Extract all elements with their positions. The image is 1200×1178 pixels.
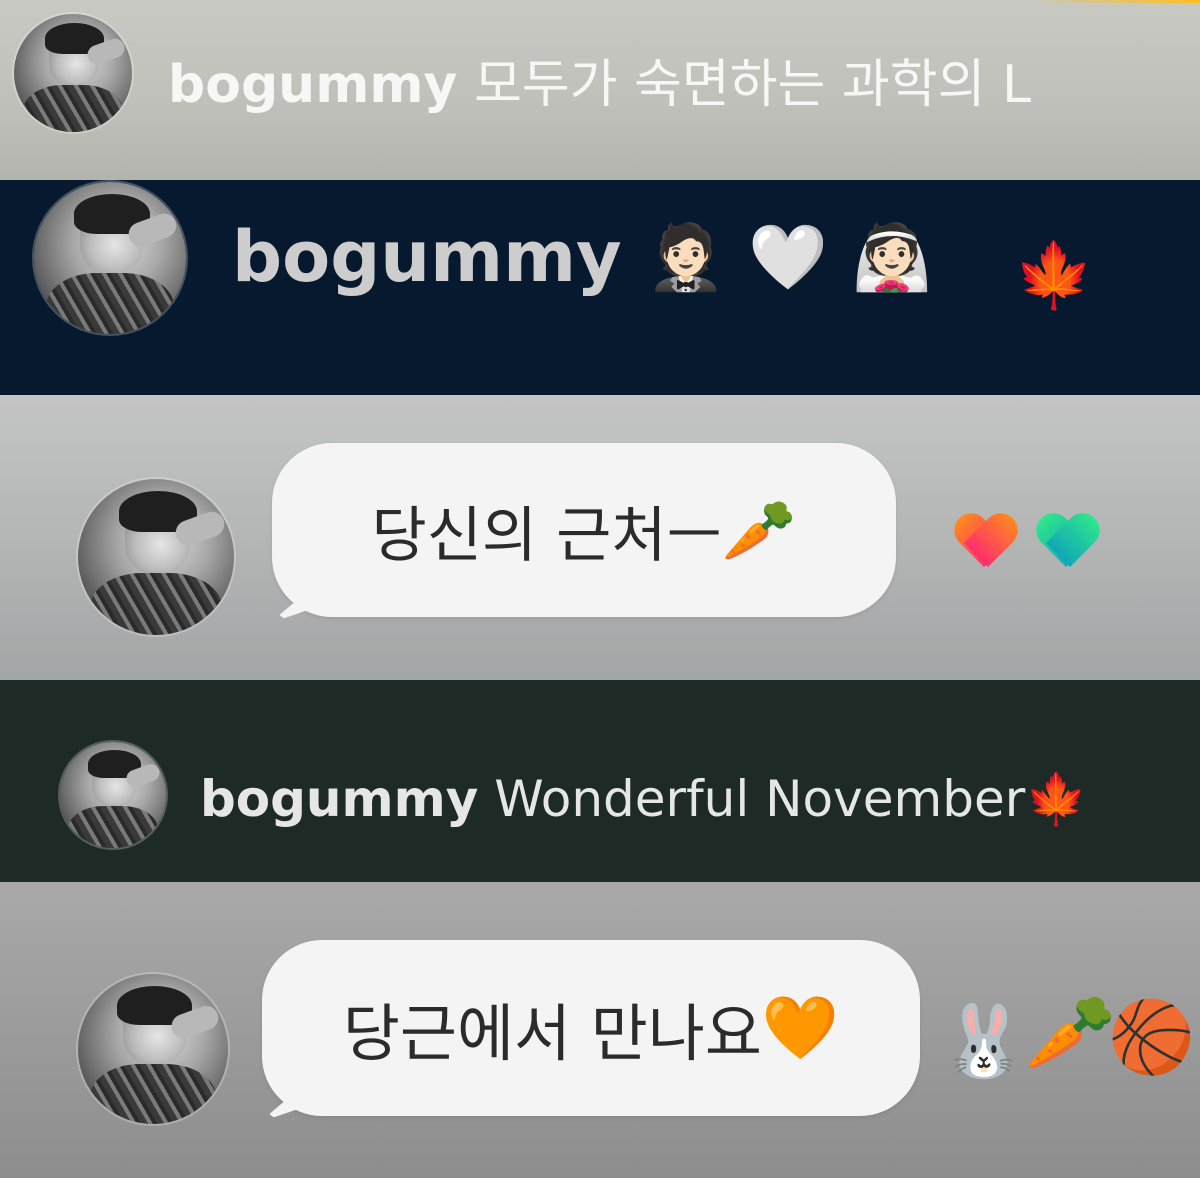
carrot-icon: 🥕 — [1024, 990, 1117, 1076]
caption-text: Wonderful November — [494, 770, 1026, 828]
green-heart-icon: 💚 — [1036, 515, 1096, 575]
maple-leaf-icon: 🍁 — [1014, 239, 1094, 313]
caption-line: bogummy 모두가 숙면하는 과학의 L — [168, 42, 1031, 117]
message-strip-2: 당근에서 만나요 🧡 🐰 🥕 🏀 — [0, 882, 1200, 1178]
message-strip-1: 당신의 근처ㅡ 🥕 🧡 💚 — [0, 395, 1200, 680]
avatar[interactable] — [78, 479, 234, 635]
caption-strip-2: bogummy 🤵🏻 🤍 👰🏻 🍁 — [0, 180, 1200, 395]
caption-text: 모두가 숙면하는 과학의 L — [473, 55, 1031, 115]
username[interactable]: bogummy — [232, 216, 622, 298]
caption-strip-1: bogummy 모두가 숙면하는 과학의 L — [0, 0, 1200, 180]
carrot-icon: 🥕 — [721, 495, 797, 566]
caption-line: bogummy Wonderful November🍁 — [200, 770, 1088, 829]
maple-leaf-icon: 🍁 — [1025, 770, 1088, 828]
orange-heart-icon: 🧡 — [761, 991, 840, 1064]
bride-icon: 👰🏻 — [852, 221, 932, 295]
message-text: 당근에서 만나요 — [342, 997, 762, 1070]
white-heart-icon: 🤍 — [748, 221, 828, 295]
orange-heart-icon: 🧡 — [954, 515, 1014, 575]
groom-icon: 🤵🏻 — [646, 221, 726, 295]
avatar[interactable] — [78, 974, 228, 1124]
avatar[interactable] — [14, 14, 132, 132]
username[interactable]: bogummy — [168, 55, 457, 115]
caption-line: bogummy — [232, 216, 622, 298]
caption-strip-3: bogummy Wonderful November🍁 — [0, 680, 1200, 882]
basketball-icon: 🏀 — [1108, 996, 1196, 1078]
rabbit-face-icon: 🐰 — [940, 1000, 1028, 1082]
corner-flare — [1030, 0, 1200, 3]
avatar[interactable] — [60, 742, 166, 848]
username[interactable]: bogummy — [200, 770, 478, 828]
avatar[interactable] — [34, 182, 186, 334]
message-bubble[interactable]: 당신의 근처ㅡ 🥕 — [270, 443, 896, 623]
message-text: 당신의 근처ㅡ — [371, 500, 722, 571]
message-bubble[interactable]: 당근에서 만나요 🧡 — [260, 940, 920, 1122]
